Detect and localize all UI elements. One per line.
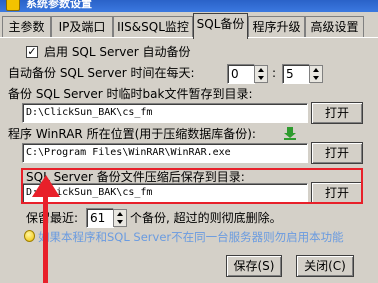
hint-text: 如果本程序和SQL Server不在同一台服务器则勿启用本功能 — [38, 230, 344, 244]
winrar-label: 程序 WinRAR 所在位置(用于压缩数据库备份): — [8, 127, 256, 141]
tab-iis-sql-monitor[interactable]: IIS&SQL监控 — [113, 16, 193, 38]
title-bar: 系统参数设置 — [0, 0, 378, 12]
backup-minute-spinner[interactable] — [309, 65, 323, 83]
backup-hour-input[interactable]: 0 — [227, 64, 255, 84]
backup-time-label: 自动备份 SQL Server 时间在每天: — [8, 66, 195, 80]
keep-count-spinner[interactable] — [113, 209, 127, 227]
open-temp-dir-button[interactable]: 打开 — [311, 102, 363, 124]
close-button[interactable]: 关闭(C) — [296, 255, 354, 277]
download-icon[interactable] — [283, 126, 297, 140]
tab-ip-port[interactable]: IP及端口 — [51, 16, 113, 38]
app-icon — [6, 0, 20, 11]
tab-advanced[interactable]: 高级设置 — [305, 16, 364, 38]
backup-hour-spinner[interactable] — [254, 65, 268, 83]
winrar-path-input[interactable]: C:\Program Files\WinRAR\WinRAR.exe — [22, 143, 308, 163]
window-title: 系统参数设置 — [26, 0, 92, 10]
red-arrow-stem — [43, 192, 48, 283]
time-colon: : — [272, 66, 277, 80]
highlight-box — [21, 168, 363, 204]
save-button[interactable]: 保存(S) — [226, 255, 282, 277]
tab-program-upgrade[interactable]: 程序升级 — [248, 16, 305, 38]
tab-sql-backup[interactable]: SQL备份 — [193, 13, 248, 39]
keep-count-input[interactable]: 61 — [86, 208, 114, 228]
keep-count-suffix: 个备份, 超过的则彻底删除。 — [130, 211, 282, 225]
open-winrar-button[interactable]: 打开 — [311, 142, 363, 164]
temp-dir-label: 备份 SQL Server 时临时bak文件暂存到目录: — [8, 87, 253, 101]
backup-minute-input[interactable]: 5 — [282, 64, 310, 84]
keep-count-prefix: 保留最近: — [26, 211, 79, 225]
enable-backup-checkbox[interactable]: ✓ — [26, 46, 38, 58]
tab-main-params[interactable]: 主参数 — [2, 16, 51, 38]
lightbulb-icon — [24, 230, 35, 242]
enable-backup-label: 启用 SQL Server 自动备份 — [44, 45, 191, 59]
tab-divider — [0, 37, 378, 38]
temp-dir-input[interactable]: D:\ClickSun_BAK\cs_fm — [22, 103, 308, 123]
tab-strip: 主参数 IP及端口 IIS&SQL监控 SQL备份 程序升级 高级设置 — [0, 12, 378, 39]
